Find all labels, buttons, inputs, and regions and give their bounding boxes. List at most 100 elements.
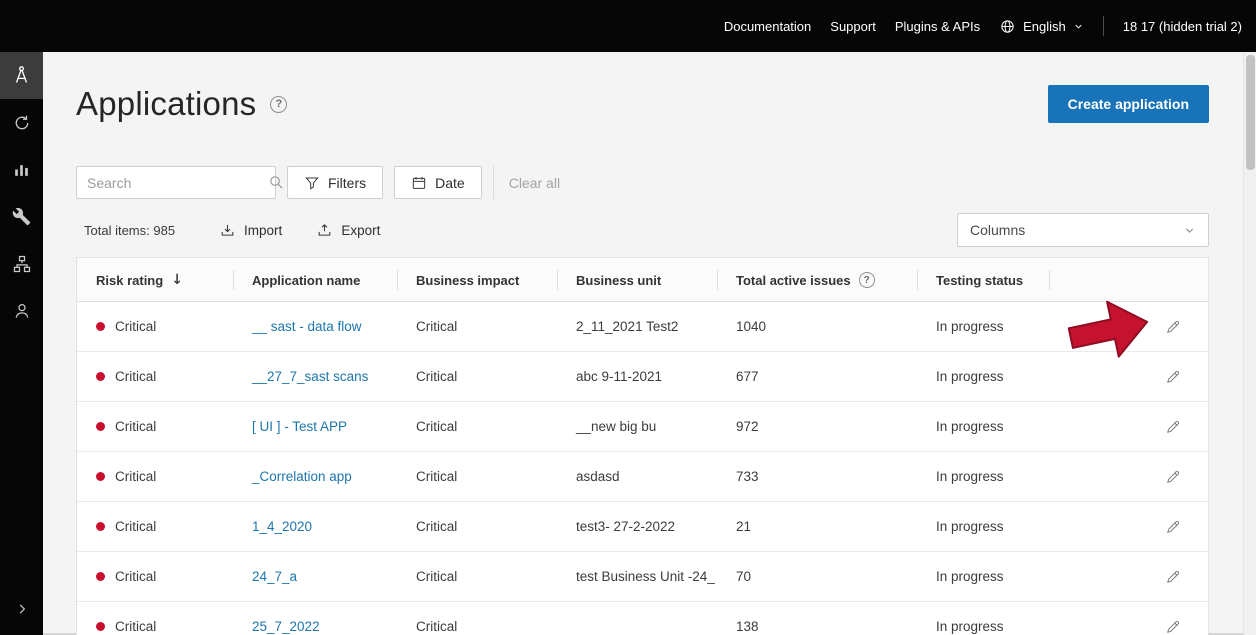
business-impact-cell: Critical (397, 319, 557, 334)
business-unit-cell: asdasd (557, 469, 717, 484)
language-label: English (1023, 19, 1066, 34)
header-label: Business impact (416, 273, 519, 288)
row-actions-cell (1049, 568, 1208, 585)
header-label: Business unit (576, 273, 661, 288)
settings-wrench-icon (12, 207, 31, 226)
total-active-issues-cell: 733 (717, 469, 917, 484)
risk-rating-label: Critical (115, 469, 156, 484)
edit-pencil-icon[interactable] (1165, 468, 1182, 485)
table-row: Critical 24_7_a Critical test Business U… (77, 552, 1208, 602)
risk-rating-cell: Critical (77, 419, 233, 434)
total-active-issues-cell: 21 (717, 519, 917, 534)
header-business-unit[interactable]: Business unit (557, 258, 717, 302)
columns-dropdown[interactable]: Columns (957, 213, 1209, 247)
filters-button[interactable]: Filters (287, 166, 383, 199)
edit-pencil-icon[interactable] (1165, 518, 1182, 535)
application-link[interactable]: 25_7_2022 (252, 619, 320, 634)
table-row: Critical 25_7_2022 Critical 138 In progr… (77, 602, 1208, 635)
header-application-name[interactable]: Application name (233, 258, 397, 302)
risk-rating-cell: Critical (77, 619, 233, 634)
sidebar-item-profile[interactable] (0, 287, 43, 334)
results-chart-icon (12, 160, 31, 179)
risk-rating-cell: Critical (77, 519, 233, 534)
page-header: Applications ? Create application (76, 82, 1209, 126)
edit-pencil-icon[interactable] (1165, 318, 1182, 335)
date-label: Date (435, 175, 465, 191)
date-button[interactable]: Date (394, 166, 482, 199)
header-actions (1049, 258, 1208, 302)
business-unit-cell: abc 9-11-2021 (557, 369, 717, 384)
header-business-impact[interactable]: Business impact (397, 258, 557, 302)
table-row: Critical __27_7_sast scans Critical abc … (77, 352, 1208, 402)
app-window: Documentation Support Plugins & APIs Eng… (0, 0, 1256, 635)
sidebar-item-results[interactable] (0, 146, 43, 193)
edit-pencil-icon[interactable] (1165, 368, 1182, 385)
language-selector[interactable]: English (999, 18, 1084, 35)
applications-table: Risk rating ↓ Application name Business … (76, 257, 1209, 635)
plugins-apis-link[interactable]: Plugins & APIs (895, 19, 980, 34)
issues-help-icon[interactable]: ? (859, 272, 875, 288)
support-link[interactable]: Support (830, 19, 876, 34)
scrollbar-thumb[interactable] (1246, 55, 1255, 170)
vertical-scrollbar[interactable] (1243, 52, 1256, 635)
search-input[interactable] (87, 175, 268, 191)
risk-rating-label: Critical (115, 619, 156, 634)
risk-rating-cell: Critical (77, 569, 233, 584)
table-row: Critical _Correlation app Critical asdas… (77, 452, 1208, 502)
columns-label: Columns (970, 222, 1025, 238)
header-label: Total active issues (736, 273, 851, 288)
clear-all-button[interactable]: Clear all (505, 175, 560, 191)
application-link[interactable]: __ sast - data flow (252, 319, 362, 334)
sidebar-item-scans[interactable] (0, 99, 43, 146)
business-unit-cell: 2_11_2021 Test2 (557, 319, 717, 334)
header-total-active-issues[interactable]: Total active issues ? (717, 258, 917, 302)
edit-pencil-icon[interactable] (1165, 418, 1182, 435)
application-link[interactable]: 24_7_a (252, 569, 297, 584)
import-button[interactable]: Import (219, 222, 282, 239)
row-actions-cell (1049, 418, 1208, 435)
documentation-link[interactable]: Documentation (724, 19, 811, 34)
header-label: Application name (252, 273, 360, 288)
search-icon[interactable] (268, 174, 285, 191)
application-link[interactable]: 1_4_2020 (252, 519, 312, 534)
testing-status-cell: In progress (917, 619, 1049, 634)
create-application-button[interactable]: Create application (1048, 85, 1209, 123)
risk-rating-label: Critical (115, 319, 156, 334)
main-content: Applications ? Create application (43, 52, 1243, 635)
import-label: Import (244, 223, 282, 238)
sidebar-item-organization[interactable] (0, 240, 43, 287)
critical-risk-dot (96, 572, 105, 581)
testing-status-cell: In progress (917, 569, 1049, 584)
testing-status-cell: In progress (917, 519, 1049, 534)
risk-rating-cell: Critical (77, 319, 233, 334)
page-help-icon[interactable]: ? (270, 96, 287, 113)
filter-toolbar: Filters Date Clear all (76, 166, 560, 199)
testing-status-cell: In progress (917, 469, 1049, 484)
chevron-right-icon (15, 602, 29, 616)
edit-pencil-icon[interactable] (1165, 618, 1182, 635)
calendar-icon (411, 175, 427, 191)
table-row: Critical __ sast - data flow Critical 2_… (77, 302, 1208, 352)
critical-risk-dot (96, 322, 105, 331)
sidebar-item-applications[interactable] (0, 52, 43, 99)
header-risk-rating[interactable]: Risk rating ↓ (77, 258, 233, 302)
user-profile-icon (12, 301, 32, 321)
filter-funnel-icon (304, 175, 320, 191)
edit-pencil-icon[interactable] (1165, 568, 1182, 585)
application-link[interactable]: [ UI ] - Test APP (252, 419, 347, 434)
testing-status-cell: In progress (917, 419, 1049, 434)
sort-descending-icon[interactable]: ↓ (171, 272, 183, 288)
header-label: Risk rating (96, 273, 163, 288)
row-actions-cell (1049, 318, 1208, 335)
sidebar-expand-button[interactable] (0, 595, 43, 623)
sidebar-item-settings[interactable] (0, 193, 43, 240)
application-link[interactable]: __27_7_sast scans (252, 369, 368, 384)
business-impact-cell: Critical (397, 619, 557, 634)
application-link[interactable]: _Correlation app (252, 469, 352, 484)
critical-risk-dot (96, 422, 105, 431)
export-button[interactable]: Export (316, 222, 380, 239)
business-impact-cell: Critical (397, 419, 557, 434)
table-row: Critical [ UI ] - Test APP Critical __ne… (77, 402, 1208, 452)
header-testing-status[interactable]: Testing status (917, 258, 1049, 302)
total-active-issues-cell: 1040 (717, 319, 917, 334)
